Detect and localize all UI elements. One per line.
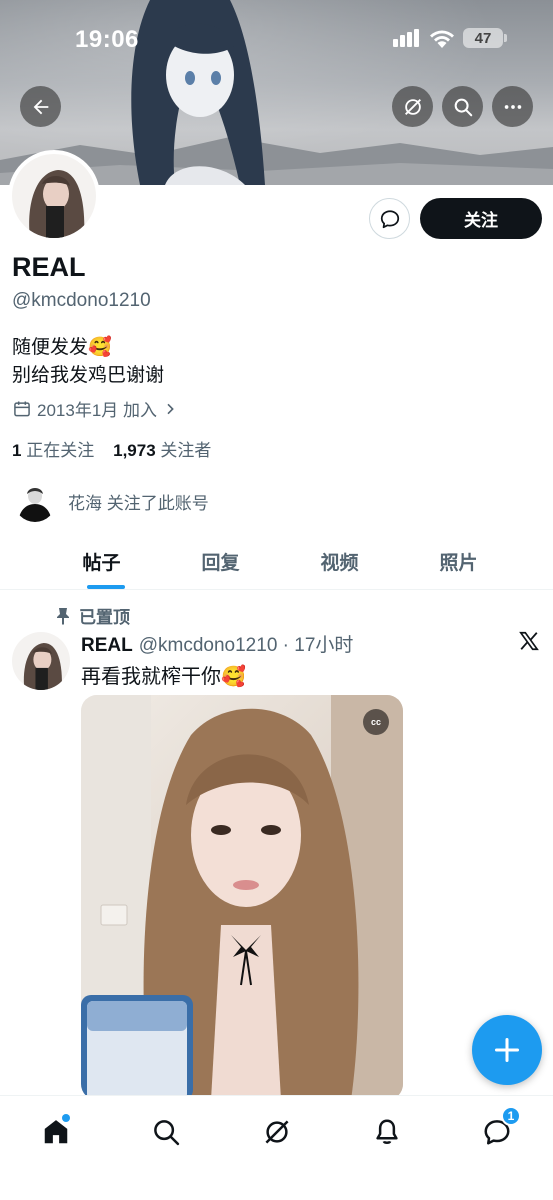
following-count: 1 bbox=[12, 441, 22, 460]
profile-banner[interactable]: 19:06 47 bbox=[0, 0, 553, 185]
post-author-avatar[interactable] bbox=[12, 632, 70, 690]
plus-icon bbox=[494, 1037, 520, 1063]
captions-badge[interactable]: cc bbox=[363, 709, 389, 735]
followed-by-row[interactable]: 花海 关注了此账号 bbox=[14, 480, 209, 522]
back-arrow-icon bbox=[33, 99, 48, 114]
back-button[interactable] bbox=[20, 86, 61, 127]
avatar-image bbox=[12, 154, 96, 238]
banner-character bbox=[131, 0, 265, 185]
post-video[interactable]: cc bbox=[81, 695, 403, 1100]
bell-icon bbox=[376, 1119, 398, 1145]
followers-link[interactable]: 1,973 关注者 bbox=[113, 441, 211, 460]
tab-posts[interactable]: 帖子 bbox=[42, 534, 161, 589]
signal-icon bbox=[393, 29, 419, 47]
nav-grok-icon bbox=[265, 1120, 289, 1144]
calendar-icon bbox=[14, 401, 30, 416]
status-icons: 47 bbox=[393, 28, 507, 48]
messages-badge: 1 bbox=[501, 1106, 521, 1126]
following-link[interactable]: 1 正在关注 bbox=[12, 441, 94, 460]
bio-line-2: 别给我发鸡巴谢谢 bbox=[12, 365, 165, 386]
pinned-label: 已置顶 bbox=[79, 608, 130, 627]
pinned-indicator: 已置顶 bbox=[55, 603, 130, 628]
more-button[interactable] bbox=[492, 86, 533, 127]
profile-tabs: 帖子 回复 视频 照片 bbox=[0, 534, 553, 590]
post-author-name[interactable]: REAL bbox=[81, 635, 133, 656]
following-label: 正在关注 bbox=[26, 441, 95, 460]
followed-by-text: 花海 关注了此账号 bbox=[68, 493, 209, 513]
wifi-icon bbox=[430, 30, 454, 48]
x-logo-icon[interactable] bbox=[518, 630, 540, 652]
bottom-nav: 1 bbox=[0, 1095, 553, 1200]
search-icon bbox=[454, 98, 472, 116]
joined-date[interactable]: 2013年1月 加入 bbox=[12, 396, 178, 421]
follower-avatar bbox=[14, 480, 56, 522]
nav-notifications[interactable] bbox=[367, 1112, 407, 1152]
battery-indicator: 47 bbox=[463, 28, 507, 48]
profile-handle: @kmcdono1210 bbox=[12, 290, 151, 311]
follow-counts: 1 正在关注 1,973 关注者 bbox=[12, 436, 211, 461]
home-unread-dot bbox=[62, 1114, 70, 1122]
status-time: 19:06 bbox=[75, 26, 139, 53]
tab-photos[interactable]: 照片 bbox=[399, 534, 518, 589]
follower-avatar-image bbox=[14, 480, 56, 522]
joined-text: 2013年1月 加入 bbox=[37, 401, 157, 420]
post-header: REAL @kmcdono1210 · 17小时 bbox=[81, 630, 353, 657]
nav-messages[interactable]: 1 bbox=[477, 1106, 521, 1152]
followers-count: 1,973 bbox=[113, 441, 156, 460]
nav-search[interactable] bbox=[146, 1112, 186, 1152]
nav-search-icon bbox=[154, 1120, 180, 1146]
message-button[interactable] bbox=[369, 198, 410, 239]
pin-icon bbox=[57, 607, 69, 625]
profile-bio: 随便发发🥰 别给我发鸡巴谢谢 bbox=[12, 334, 164, 390]
grok-icon bbox=[404, 98, 421, 115]
profile-avatar[interactable] bbox=[8, 150, 100, 242]
message-bubble-icon bbox=[380, 209, 399, 228]
post-avatar-image bbox=[12, 632, 70, 690]
video-thumbnail bbox=[81, 695, 403, 1100]
followers-label: 关注者 bbox=[160, 441, 212, 460]
tab-videos[interactable]: 视频 bbox=[280, 534, 399, 589]
nav-home[interactable] bbox=[36, 1112, 76, 1152]
post-handle-time: @kmcdono1210 · 17小时 bbox=[138, 635, 354, 656]
display-name: REAL bbox=[12, 252, 86, 282]
tab-replies[interactable]: 回复 bbox=[161, 534, 280, 589]
bio-line-1: 随便发发🥰 bbox=[12, 337, 112, 358]
grok-button[interactable] bbox=[392, 86, 433, 127]
search-button[interactable] bbox=[442, 86, 483, 127]
post-text: 再看我就榨干你🥰 bbox=[81, 666, 246, 688]
compose-button[interactable] bbox=[472, 1015, 542, 1085]
more-icon bbox=[504, 104, 521, 109]
chevron-right-icon bbox=[167, 403, 174, 414]
nav-grok[interactable] bbox=[257, 1112, 297, 1152]
follow-button[interactable]: 关注 bbox=[420, 198, 542, 239]
